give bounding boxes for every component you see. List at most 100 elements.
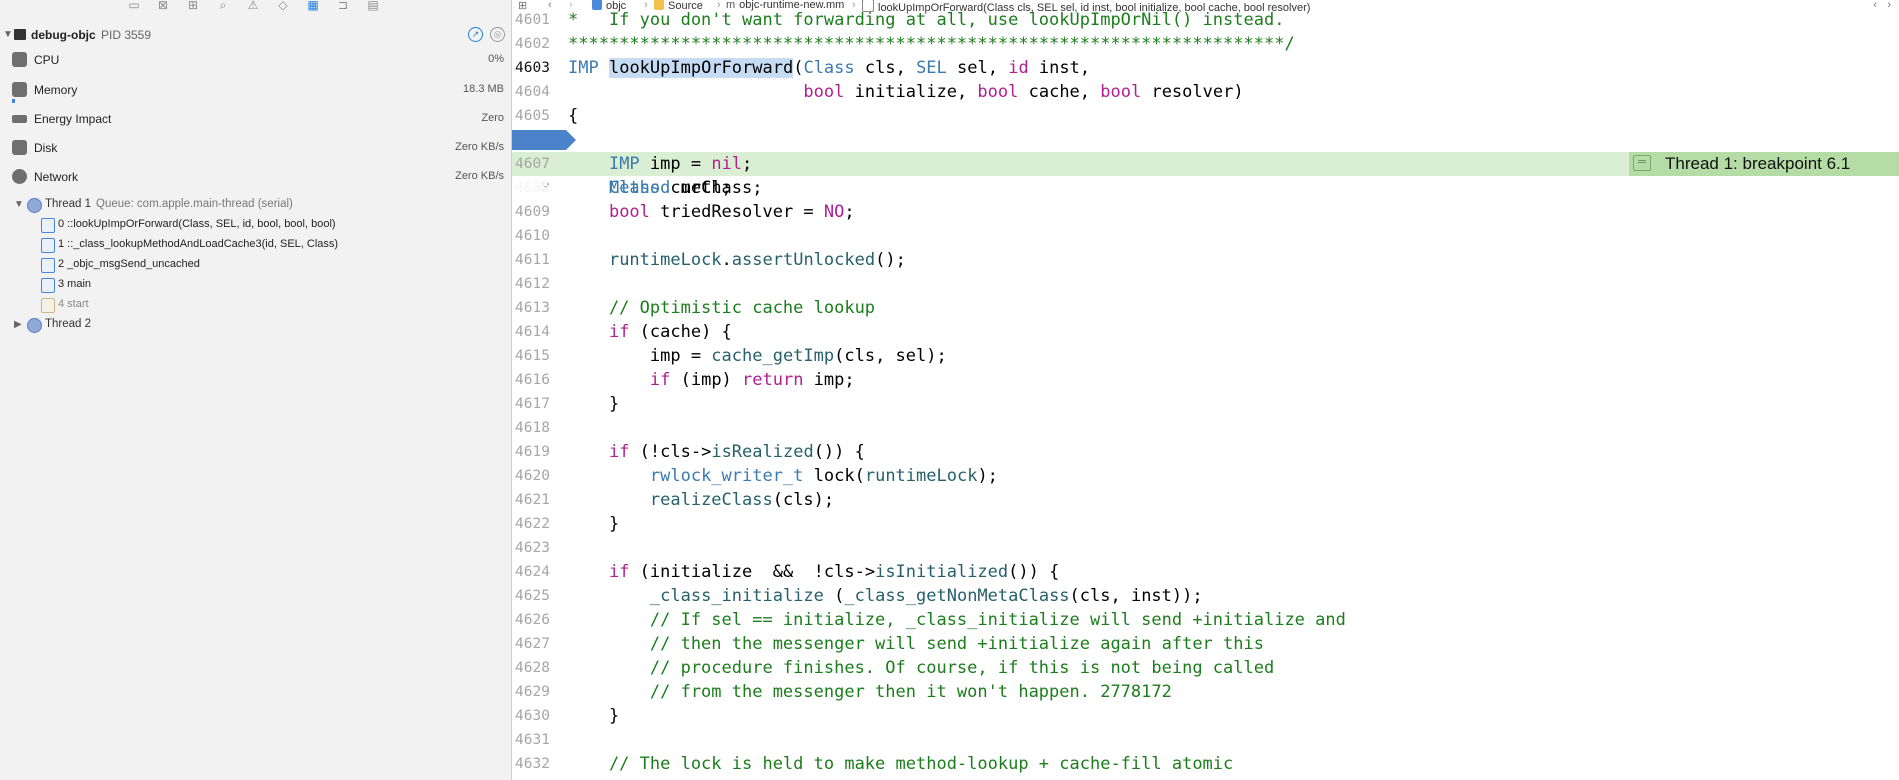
filter-icon[interactable]: ◎ [490, 27, 505, 42]
search-icon[interactable]: ⌕ [215, 0, 231, 13]
frame-label: 2 _objc_msgSend_uncached [58, 258, 200, 270]
gauge-disk[interactable]: Disk Zero KB/s [0, 134, 511, 163]
navigator-tab-bar: ▭ ⊠ ⊞ ⌕ ⚠ ◇ ▦ ⊐ ▤ [0, 0, 511, 14]
stack-frame[interactable]: 3 main [0, 275, 511, 295]
line-number: 4610 [515, 228, 550, 244]
gauge-label: CPU [34, 53, 60, 67]
code-line: 4626 // If sel == initialize, _class_ini… [515, 610, 1346, 630]
line-number: 4624 [515, 564, 550, 580]
line-number: 4627 [515, 636, 550, 652]
line-number: 4617 [515, 396, 550, 412]
code-line: 4627 // then the messenger will send +in… [515, 634, 1264, 654]
cpu-icon [12, 52, 27, 67]
source-control-icon[interactable]: ⊠ [155, 0, 171, 13]
thread-icon [27, 318, 42, 333]
breakpoint-marker[interactable] [512, 130, 576, 150]
frame-label: 4 start [58, 298, 89, 310]
code-line: 4611 runtimeLock.assertUnlocked(); [515, 250, 906, 270]
gauge-value: 18.3 MB [463, 83, 504, 95]
line-number: 4612 [515, 276, 550, 292]
line-number: 4621 [515, 492, 550, 508]
code-line: 4608 Method meth; [515, 178, 732, 198]
code-line: 4623 [512, 536, 1899, 560]
memory-bar [12, 99, 15, 103]
battery-icon [12, 115, 27, 123]
line-number: 4601 [515, 12, 550, 28]
line-number: 4605 [515, 108, 550, 124]
folder-icon[interactable]: ▭ [126, 0, 142, 13]
stack-frame[interactable]: 0 ::lookUpImpOrForward(Class, SEL, id, b… [0, 215, 511, 235]
thread-row[interactable]: ▼ Thread 1 Queue: com.apple.main-thread … [0, 195, 511, 215]
user-frame-icon [41, 258, 55, 273]
line-number: 4614 [515, 324, 550, 340]
stack-frame[interactable]: 1 ::_class_lookupMethodAndLoadCache3(id,… [0, 235, 511, 255]
code-line: 4609 bool triedResolver = NO; [515, 202, 855, 222]
code-line: 4619 if (!cls->isRealized()) { [515, 442, 865, 462]
code-line: 4617 } [515, 394, 620, 414]
code-line: 4624 if (initialize && !cls->isInitializ… [515, 562, 1060, 582]
gauge-energy[interactable]: Energy Impact Zero [0, 105, 511, 134]
gauge-network[interactable]: Network Zero KB/s [0, 163, 511, 192]
line-number: 4613 [515, 300, 550, 316]
code-line: 4622 } [515, 514, 620, 534]
code-line: 4603 IMP lookUpImpOrForward(Class cls, SE… [515, 58, 1091, 78]
code-line: 4614 if (cache) { [515, 322, 732, 342]
code-line: 4610 [512, 224, 1899, 248]
symbol-icon[interactable]: ⊞ [185, 0, 201, 13]
gauge-value: 0% [488, 53, 504, 65]
gauge-icon[interactable]: ↗ [468, 27, 483, 42]
line-number: 4615 [515, 348, 550, 364]
current-execution-line: 4607 IMP imp = nil; ═ Thread 1: breakpoin… [512, 152, 1899, 176]
report-icon[interactable]: ▤ [365, 0, 381, 13]
breakpoint-icon[interactable]: ⊐ [335, 0, 351, 13]
disclosure-down-icon[interactable]: ▼ [14, 199, 24, 210]
debug-icon[interactable]: ▦ [305, 0, 321, 13]
line-number: 4619 [515, 444, 550, 460]
line-number: 4611 [515, 252, 550, 268]
process-pid: PID 3559 [101, 28, 152, 42]
code-line: 4618 [512, 416, 1899, 440]
gauge-value: Zero KB/s [455, 141, 504, 153]
code-area[interactable]: 4601 * If you don't want forwarding at al… [512, 10, 1899, 780]
gauge-label: Energy Impact [34, 112, 112, 126]
code-line: 4631 [512, 728, 1899, 752]
gauge-memory[interactable]: Memory 18.3 MB [0, 76, 511, 105]
gauge-value: Zero [481, 112, 504, 124]
stack-frame[interactable]: 4 start [0, 295, 511, 315]
disclosure-right-icon[interactable]: ▶ [14, 319, 22, 330]
line-number: 4623 [515, 540, 550, 556]
line-number: 4626 [515, 612, 550, 628]
test-icon[interactable]: ◇ [275, 0, 291, 13]
code-line: 4613 // Optimistic cache lookup [515, 298, 876, 318]
process-row[interactable]: ▼ debug-objc PID 3559 ↗ ◎ [0, 26, 511, 44]
line-number: 4620 [515, 468, 550, 484]
thread-row[interactable]: ▶ Thread 2 [0, 315, 511, 335]
warning-icon[interactable]: ⚠ [245, 0, 261, 13]
gauge-value: Zero KB/s [455, 170, 504, 182]
frame-label: 1 ::_class_lookupMethodAndLoadCache3(id,… [58, 238, 339, 250]
process-icon [14, 29, 26, 40]
code-line: 4615 imp = cache_getImp(cls, sel); [515, 346, 947, 366]
code-line: 4630 } [515, 706, 620, 726]
line-number: 4609 [515, 204, 550, 220]
line-number: 4616 [515, 372, 550, 388]
code-line: 4604 bool initialize, bool cache, bool r… [515, 82, 1244, 102]
line-number: 4628 [515, 660, 550, 676]
user-frame-icon [41, 238, 55, 253]
disk-icon [12, 140, 27, 155]
line-number: 4622 [515, 516, 550, 532]
stack-frame[interactable]: 2 _objc_msgSend_uncached [0, 255, 511, 275]
breakpoint-annotation[interactable]: ═ Thread 1: breakpoint 6.1 [1629, 152, 1899, 176]
breakpoint-annotation-icon: ═ [1633, 155, 1651, 171]
line-number: 4631 [515, 732, 550, 748]
gauge-cpu[interactable]: CPU 0% [0, 46, 511, 75]
disclosure-down-icon[interactable]: ▼ [3, 29, 13, 40]
gauge-label: Network [34, 170, 79, 184]
code-line: 4612 [512, 272, 1899, 296]
system-frame-icon [41, 298, 55, 313]
line-number: 4618 [515, 420, 550, 436]
line-number: 4604 [515, 84, 550, 100]
thread-label: Thread 2 [45, 318, 92, 330]
code-line: 4605{ [515, 106, 579, 126]
user-frame-icon [41, 278, 55, 293]
